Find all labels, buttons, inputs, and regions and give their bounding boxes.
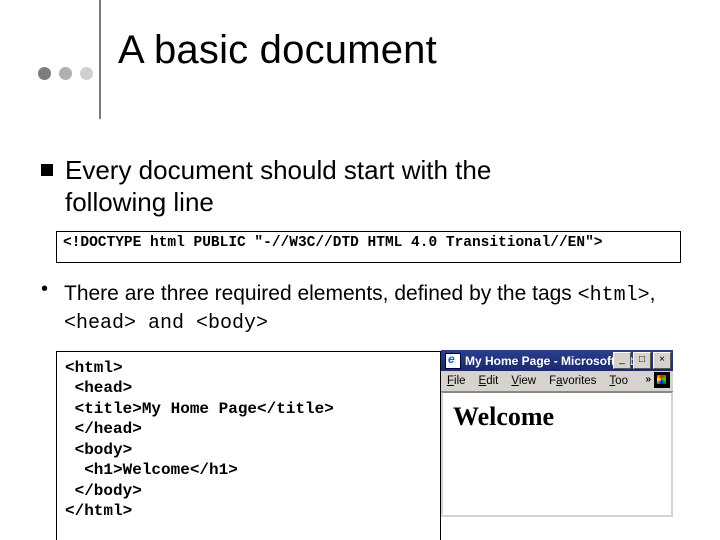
slide: A basic document Every document should s… xyxy=(0,0,720,540)
tag-head: <head> xyxy=(64,312,136,335)
bullet-1-line2: following line xyxy=(65,187,214,217)
dot-icon xyxy=(59,67,72,80)
bullet-2-mid2: and xyxy=(136,312,196,335)
vertical-divider xyxy=(99,0,101,119)
decorative-dots xyxy=(38,67,93,80)
menu-tools[interactable]: Too xyxy=(609,375,628,387)
menu-file[interactable]: File xyxy=(447,375,466,387)
bullet-2-mid1: , xyxy=(650,282,656,305)
bullet-1-line1: Every document should start with the xyxy=(65,155,491,185)
menu-view[interactable]: View xyxy=(511,375,536,387)
close-button[interactable]: × xyxy=(653,352,671,369)
windows-logo-icon xyxy=(654,372,670,388)
overflow-chevron-icon[interactable]: » xyxy=(645,374,651,385)
window-buttons: _ □ × xyxy=(613,352,671,369)
browser-menu-bar: File Edit View Favorites Too » xyxy=(441,371,673,392)
tag-body: <body> xyxy=(196,312,268,335)
menu-favorites[interactable]: Favorites xyxy=(549,375,596,387)
menu-edit[interactable]: Edit xyxy=(479,375,499,387)
slide-title: A basic document xyxy=(118,28,437,73)
maximize-button[interactable]: □ xyxy=(633,352,651,369)
tag-html: <html> xyxy=(578,284,650,307)
doctype-code-box: <!DOCTYPE html PUBLIC "-//W3C//DTD HTML … xyxy=(56,231,681,263)
bullet-2-text: There are three required elements, defin… xyxy=(64,281,704,336)
browser-viewport: Welcome xyxy=(441,392,673,517)
bullet-2: • There are three required elements, def… xyxy=(40,281,704,336)
browser-titlebar: My Home Page - Microsoft Int… _ □ × xyxy=(441,350,673,371)
square-bullet-icon xyxy=(41,164,53,176)
ie-logo-icon xyxy=(445,353,461,369)
bullet-2-pre: There are three required elements, defin… xyxy=(64,282,578,305)
page-heading: Welcome xyxy=(453,402,661,432)
bullet-1: Every document should start with the fol… xyxy=(41,155,491,218)
bullet-1-text: Every document should start with the fol… xyxy=(65,155,491,218)
browser-window: My Home Page - Microsoft Int… _ □ × File… xyxy=(441,350,673,498)
dot-icon xyxy=(38,67,51,80)
code-example-box: <html> <head> <title>My Home Page</title… xyxy=(56,351,441,540)
dot-icon xyxy=(80,67,93,80)
minimize-button[interactable]: _ xyxy=(613,352,631,369)
